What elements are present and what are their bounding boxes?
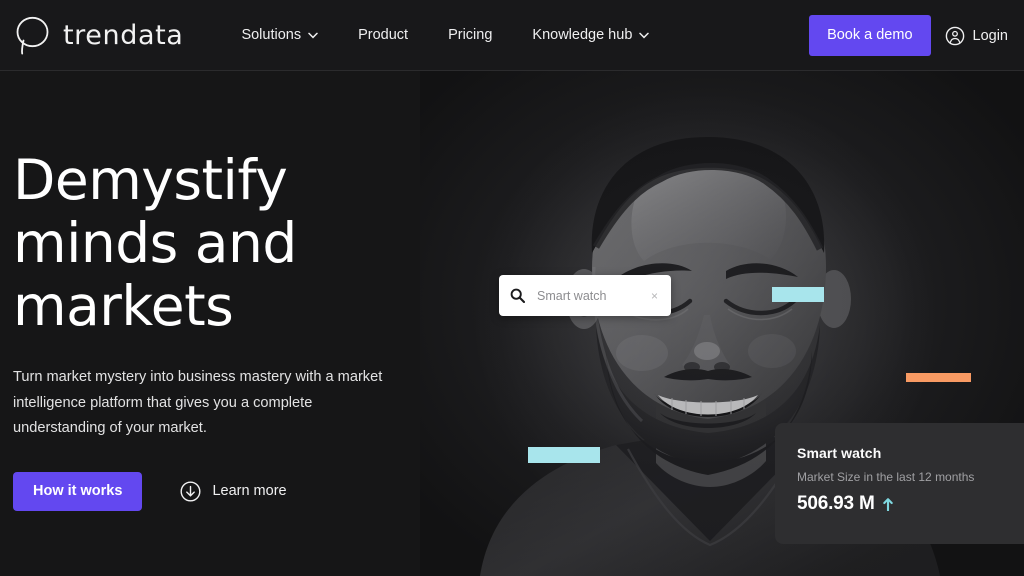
decor-bar-cyan-top [772, 287, 824, 302]
nav-item-product[interactable]: Product [358, 17, 408, 53]
user-circle-icon [945, 26, 965, 46]
nav-item-label: Product [358, 27, 409, 43]
arrow-down-circle-icon [180, 480, 201, 502]
learn-more-label: Learn more [212, 483, 287, 499]
speech-bubble-icon [14, 15, 52, 55]
stat-card-subtitle: Market Size in the last 12 months [797, 470, 975, 484]
arrow-up-icon [882, 497, 893, 511]
hero-subcopy: Turn market mystery into business master… [13, 369, 383, 436]
stat-card: Smart watch Market Size in the last 12 m… [775, 423, 1024, 544]
hero-section: Demystify minds and markets Turn market … [0, 71, 1024, 576]
learn-more-link[interactable]: Learn more [180, 480, 287, 502]
nav-item-solutions[interactable]: Solutions [241, 17, 318, 53]
page-title: Demystify minds and markets [13, 149, 443, 338]
headline-line-1: Demystify [13, 148, 288, 212]
search-input[interactable]: Smart watch [537, 289, 649, 303]
how-it-works-button[interactable]: How it works [13, 471, 143, 511]
header-actions: Book a demo Login [809, 0, 1012, 71]
nav-item-pricing[interactable]: Pricing [448, 17, 492, 53]
chevron-down-icon [639, 32, 650, 39]
login-link[interactable]: Login [945, 26, 1012, 46]
landing-page: trendata Solutions Product Pricing Knowl… [0, 0, 1024, 576]
stat-card-value-row: 506.93 M [797, 493, 1024, 515]
nav-item-knowledge-hub[interactable]: Knowledge hub [532, 17, 650, 53]
stat-card-title: Smart watch [797, 445, 882, 461]
chevron-down-icon [308, 32, 318, 39]
nav-item-label: Knowledge hub [532, 27, 633, 43]
nav-item-label: Pricing [448, 27, 493, 43]
login-label: Login [972, 27, 1008, 44]
search-overlay[interactable]: Smart watch × [499, 275, 671, 316]
close-icon[interactable]: × [649, 290, 660, 302]
stat-card-value: 506.93 M [797, 493, 875, 514]
hero-copy: Demystify minds and markets Turn market … [13, 149, 443, 511]
main-nav: Solutions Product Pricing Knowledge hub [241, 17, 650, 53]
brand-name: trendata [63, 19, 184, 51]
site-header: trendata Solutions Product Pricing Knowl… [0, 0, 1024, 71]
search-icon [510, 288, 525, 303]
decor-bar-orange [906, 373, 971, 382]
brand-logo[interactable]: trendata [14, 15, 183, 55]
book-a-demo-button[interactable]: Book a demo [809, 15, 931, 56]
headline-line-2: minds and [13, 211, 297, 275]
nav-item-label: Solutions [241, 27, 302, 43]
headline-line-3: markets [13, 274, 234, 338]
hero-cta-row: How it works Learn more [13, 471, 443, 511]
decor-bar-cyan-left [528, 447, 600, 463]
